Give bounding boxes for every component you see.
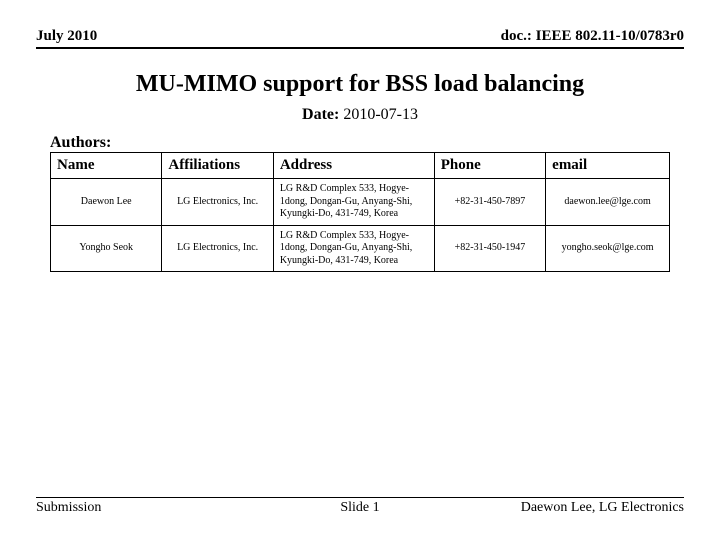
authors-label: Authors: — [50, 134, 684, 152]
cell-address: LG R&D Complex 533, Hogye-1dong, Dongan-… — [273, 225, 434, 272]
col-email: email — [546, 153, 670, 179]
col-address: Address — [273, 153, 434, 179]
cell-email: daewon.lee@lge.com — [546, 179, 670, 226]
table-row: Yongho Seok LG Electronics, Inc. LG R&D … — [51, 225, 670, 272]
header-row: July 2010 doc.: IEEE 802.11-10/0783r0 — [36, 28, 684, 49]
cell-name: Yongho Seok — [51, 225, 162, 272]
cell-address: LG R&D Complex 533, Hogye-1dong, Dongan-… — [273, 179, 434, 226]
date-label: Date: — [302, 106, 339, 123]
header-date: July 2010 — [36, 28, 97, 45]
table-header-row: Name Affiliations Address Phone email — [51, 153, 670, 179]
table-row: Daewon Lee LG Electronics, Inc. LG R&D C… — [51, 179, 670, 226]
page-title: MU-MIMO support for BSS load balancing — [36, 71, 684, 98]
date-line: Date: 2010-07-13 — [36, 106, 684, 124]
authors-table: Name Affiliations Address Phone email Da… — [50, 152, 670, 272]
date-value: 2010-07-13 — [343, 106, 418, 123]
cell-phone: +82-31-450-7897 — [434, 179, 545, 226]
footer: Submission Slide 1 Daewon Lee, LG Electr… — [36, 497, 684, 516]
header-doc-id: doc.: IEEE 802.11-10/0783r0 — [501, 28, 684, 45]
col-affiliations: Affiliations — [162, 153, 273, 179]
cell-name: Daewon Lee — [51, 179, 162, 226]
col-phone: Phone — [434, 153, 545, 179]
footer-center: Slide 1 — [36, 500, 684, 516]
cell-affiliation: LG Electronics, Inc. — [162, 225, 273, 272]
cell-affiliation: LG Electronics, Inc. — [162, 179, 273, 226]
cell-phone: +82-31-450-1947 — [434, 225, 545, 272]
cell-email: yongho.seok@lge.com — [546, 225, 670, 272]
col-name: Name — [51, 153, 162, 179]
